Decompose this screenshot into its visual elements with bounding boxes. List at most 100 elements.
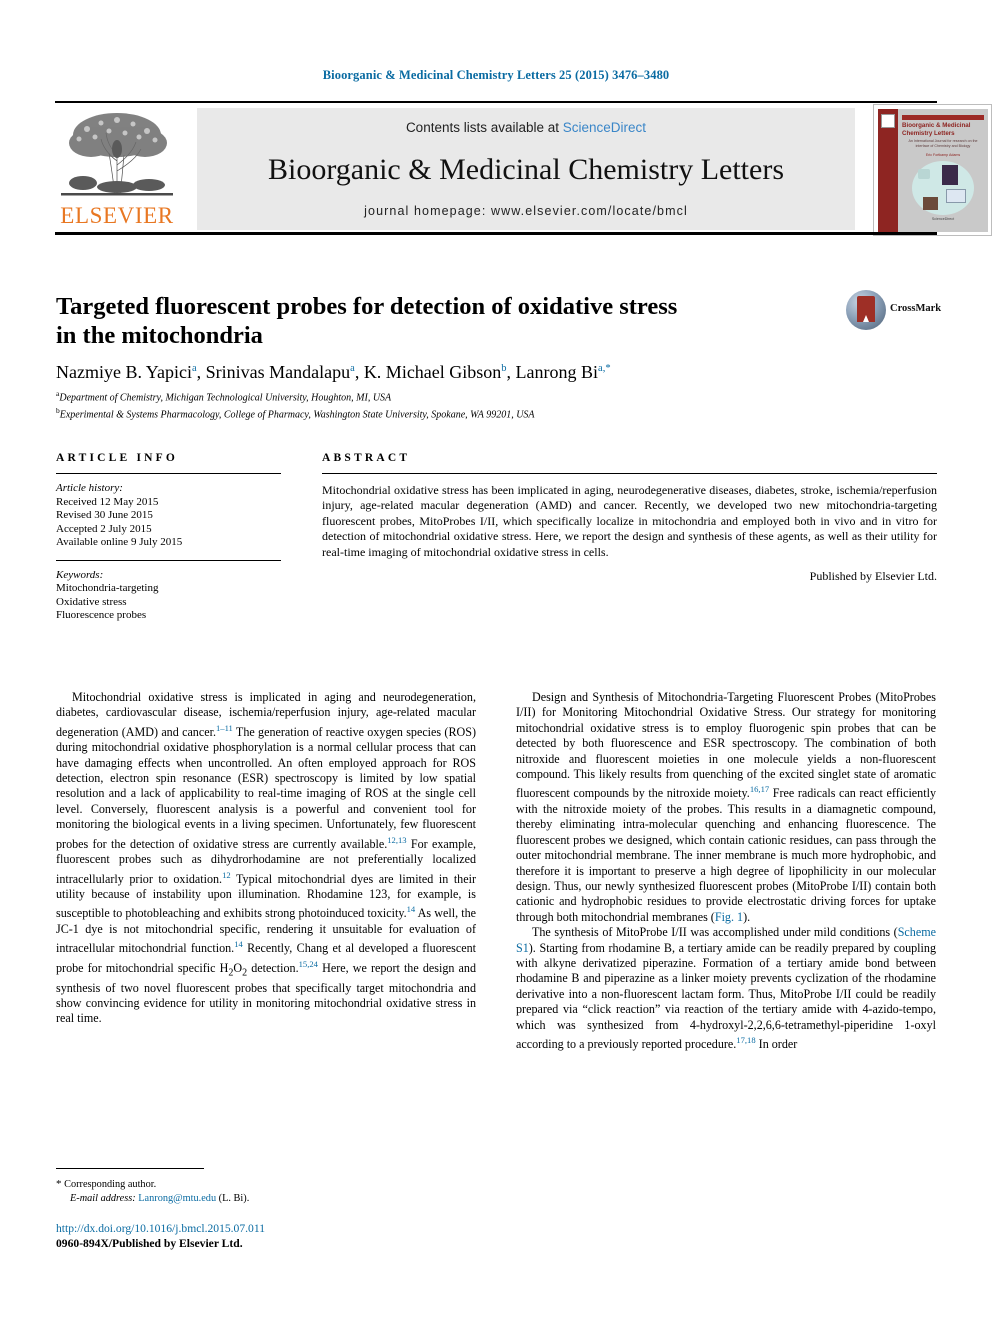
bp2-ref-1[interactable]: 16,17 [750, 784, 769, 794]
journal-title: Bioorganic & Medicinal Chemistry Letters [267, 153, 784, 186]
cover-art-item-1 [918, 169, 930, 179]
abstract-published-by: Published by Elsevier Ltd. [809, 569, 937, 584]
bp3-a: The synthesis of MitoProbe I/II was acco… [532, 925, 898, 940]
affiliation-a-text: Department of Chemistry, Michigan Techno… [59, 392, 392, 404]
masthead-bottom-rule [55, 232, 937, 235]
figure-1-link[interactable]: Fig. 1 [715, 910, 743, 924]
crossmark-book-icon [857, 296, 875, 322]
corresponding-author-line: * Corresponding author. [56, 1178, 476, 1192]
keyword-3: Fluorescence probes [56, 609, 147, 621]
abstract-section: ABSTRACT Mitochondrial oxidative stress … [322, 452, 937, 584]
cover-footer: ScienceDirect [931, 217, 955, 221]
affiliation-a: aDepartment of Chemistry, Michigan Techn… [56, 388, 916, 405]
elsevier-logo: ELSEVIER [55, 107, 179, 231]
crossmark-disc-icon [846, 290, 886, 330]
cover-art-item-2 [942, 165, 958, 185]
history-revised: Revised 30 June 2015 [56, 509, 153, 521]
bp1-ref-4[interactable]: 14 [407, 904, 416, 914]
doi-block: http://dx.doi.org/10.1016/j.bmcl.2015.07… [56, 1222, 476, 1251]
sciencedirect-link[interactable]: ScienceDirect [563, 120, 646, 135]
body-column-left: Mitochondrial oxidative stress is implic… [56, 690, 476, 1027]
abstract-text: Mitochondrial oxidative stress has been … [322, 483, 937, 559]
author-2: Srinivas Mandalapua, [206, 362, 364, 382]
body-paragraph-1: Mitochondrial oxidative stress is implic… [56, 690, 476, 1027]
contents-available-line: Contents lists available at ScienceDirec… [197, 120, 855, 135]
author-1-name: Nazmiye B. Yapici [56, 362, 192, 382]
title-line-1: Targeted fluorescent probes for detectio… [56, 293, 678, 320]
bp2-c: ). [743, 909, 751, 924]
email-label: E-mail address: [70, 1192, 136, 1204]
article-info-rule [56, 473, 281, 474]
body-paragraph-2: Design and Synthesis of Mitochondria-Tar… [516, 690, 936, 925]
corresponding-author-footnote: * Corresponding author. E-mail address: … [56, 1178, 476, 1205]
bp2-a: Design and Synthesis of Mitochondria-Tar… [516, 690, 936, 801]
keyword-1: Mitochondria-targeting [56, 582, 159, 594]
masthead-top-rule [55, 101, 937, 103]
article-history-label: Article history: [56, 482, 123, 494]
email-link[interactable]: Lanrong@mtu.edu [138, 1193, 216, 1204]
bp1-b: The generation of reactive oxygen specie… [56, 724, 476, 851]
issn-copyright-line: 0960-894X/Published by Elsevier Ltd. [56, 1236, 243, 1250]
journal-cover-thumbnail: Bioorganic & Medicinal Chemistry Letters… [873, 104, 992, 236]
bp3-b: ). Starting from rhodamine B, a tertiary… [516, 940, 936, 1051]
author-3-name: K. Michael Gibson [363, 362, 502, 382]
author-4: Lanrong Bia,* [516, 362, 611, 382]
cover-badge-icon [881, 114, 895, 128]
bp1-ref-1[interactable]: 1–11 [216, 723, 233, 733]
bp1-ref-2[interactable]: 12,13 [387, 835, 406, 845]
author-4-name: Lanrong Bi [515, 362, 599, 382]
cover-editors: Eric Fortkamp Adams [925, 153, 961, 157]
keyword-2: Oxidative stress [56, 595, 127, 608]
corresponding-author-label: Corresponding author. [64, 1179, 157, 1190]
article-page: Bioorganic & Medicinal Chemistry Letters… [0, 0, 992, 1323]
affiliation-b: bExperimental & Systems Pharmacology, Co… [56, 405, 916, 422]
keywords-label: Keywords: [56, 568, 104, 581]
journal-masthead: ELSEVIER Contents lists available at Sci… [55, 101, 992, 236]
history-received: Received 12 May 2015 [56, 495, 159, 508]
article-info-section: ARTICLE INFO Article history: Received 1… [56, 452, 281, 623]
contents-prefix: Contents lists available at [405, 120, 563, 135]
author-2-sep: , [354, 362, 364, 382]
affiliation-list: aDepartment of Chemistry, Michigan Techn… [56, 388, 916, 422]
article-history: Article history: Received 12 May 2015 Re… [56, 482, 281, 550]
elsevier-wordmark: ELSEVIER [60, 203, 174, 228]
bp3-ref-1[interactable]: 17,18 [736, 1035, 755, 1045]
history-online: Available online 9 July 2015 [56, 536, 183, 548]
bp1-ref-5[interactable]: 14 [234, 939, 243, 949]
bp1-g: O [233, 960, 243, 975]
page-title: Targeted fluorescent probes for detectio… [56, 292, 826, 350]
author-4-affiliation-marker: a,* [598, 363, 611, 374]
body-paragraph-3: The synthesis of MitoProbe I/II was acco… [516, 925, 936, 1052]
bp3-c: In order [755, 1037, 798, 1051]
author-3: K. Michael Gibsonb, [364, 362, 516, 382]
bp2-b: Free radicals can react efficiently with… [516, 786, 936, 924]
title-line-2: in the mitochondria [56, 322, 263, 349]
author-1: Nazmiye B. Yapicia, [56, 362, 206, 382]
bp1-ref-3[interactable]: 12 [222, 870, 231, 880]
cover-subtitle: An International Journal for research on… [908, 139, 978, 148]
keywords-block: Keywords: Mitochondria-targeting Oxidati… [56, 569, 281, 623]
email-owner: (L. Bi). [218, 1192, 250, 1204]
cover-art-item-4 [923, 197, 938, 210]
cover-title: Bioorganic & Medicinal Chemistry Letters [902, 122, 971, 137]
article-info-heading: ARTICLE INFO [56, 452, 179, 464]
author-1-sep: , [196, 362, 206, 382]
elsevier-tree-icon [57, 109, 177, 201]
crossmark-label: CrossMark [890, 303, 942, 314]
cover-top-bar [902, 115, 984, 120]
bp1-ref-6[interactable]: 15,24 [299, 959, 318, 969]
author-list: Nazmiye B. Yapicia, Srinivas Mandalapua,… [56, 362, 856, 383]
email-line: E-mail address: Lanrong@mtu.edu (L. Bi). [56, 1192, 476, 1206]
crossmark-badge[interactable]: CrossMark [846, 290, 942, 334]
author-2-name: Srinivas Mandalapu [205, 362, 351, 382]
doi-link[interactable]: http://dx.doi.org/10.1016/j.bmcl.2015.07… [56, 1222, 476, 1237]
abstract-rule [322, 473, 937, 474]
corresponding-author-marker: * [56, 1178, 62, 1190]
body-column-right: Design and Synthesis of Mitochondria-Tar… [516, 690, 936, 1052]
cover-art-item-3 [946, 189, 966, 203]
affiliation-b-text: Experimental & Systems Pharmacology, Col… [59, 409, 535, 421]
running-head: Bioorganic & Medicinal Chemistry Letters… [322, 68, 670, 82]
journal-homepage-link[interactable]: journal homepage: www.elsevier.com/locat… [197, 204, 855, 218]
abstract-heading: ABSTRACT [322, 452, 411, 464]
footnote-rule [56, 1168, 204, 1169]
